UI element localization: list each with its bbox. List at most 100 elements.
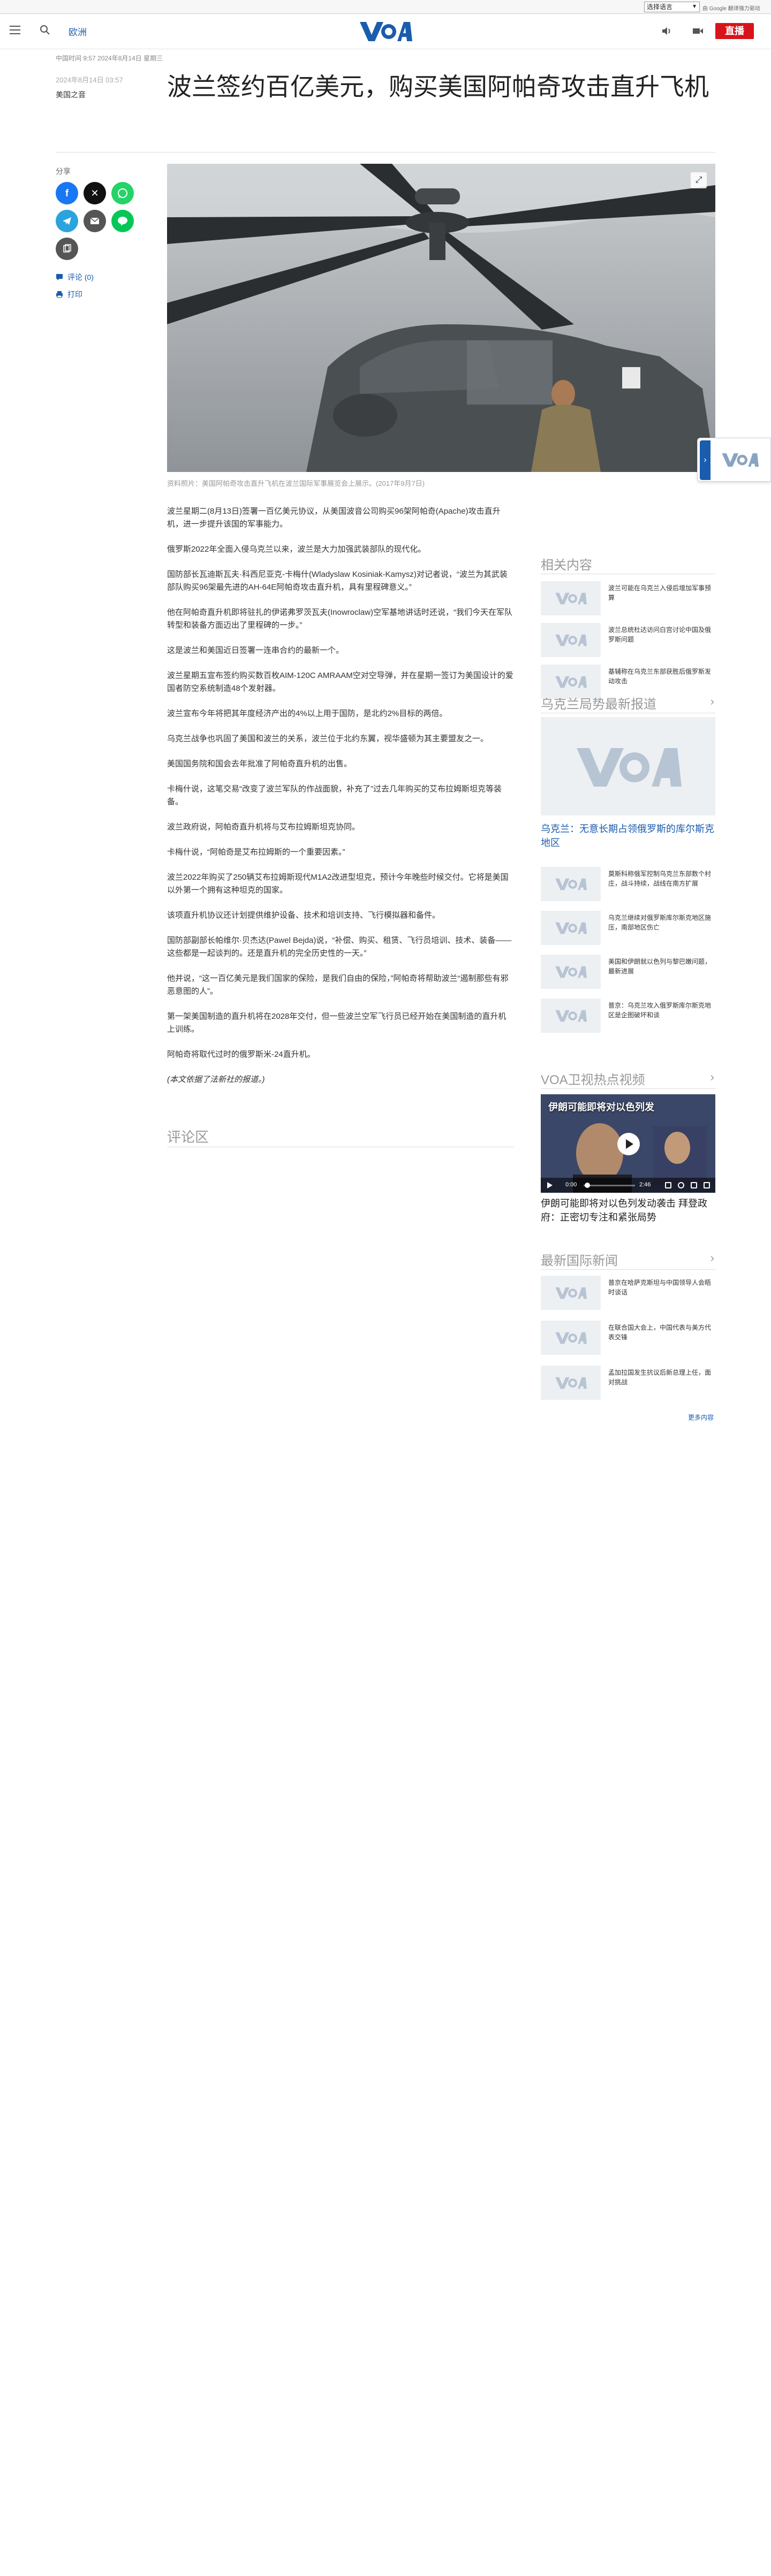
article-paragraph: 波兰2022年购买了250辆艾布拉姆斯现代M1A2改进型坦克，预计今年晚些时候交… [167, 873, 509, 895]
whatsapp-icon [118, 188, 127, 198]
volume-icon[interactable] [665, 1182, 671, 1188]
article-paragraph: 第一架美国制造的直升机将在2028年交付，但一些波兰空军飞行员已经开始在美国制造… [167, 1012, 507, 1034]
voa-placeholder-thumb [541, 1276, 601, 1310]
article-paragraph: 国防部副部长帕维尔·贝杰达(Pawel Bejda)说，“补偿、购买、租赁、飞行… [167, 936, 512, 958]
intl-item-title: 在联合国大会上，中国代表与美方代表交锋 [608, 1324, 712, 1341]
ukraine-item[interactable]: 莫斯科称俄军控制乌克兰东部数个村庄，战斗持续，战线在南方扩展 [541, 867, 715, 902]
video-overlay-title: 伊朗可能即将对以色列发 [548, 1102, 654, 1112]
article-paragraph: 他在阿帕奇直升机即将驻扎的伊诺弗罗茨瓦夫(Inowroclaw)空军基地讲话时还… [167, 608, 513, 630]
voa-placeholder-thumb [541, 581, 601, 615]
video-current-time: 0:00 [565, 1182, 577, 1188]
hero-image: ⤢ [167, 164, 715, 472]
voa-placeholder-thumb [541, 867, 601, 901]
voa-placeholder-thumb [541, 1366, 601, 1400]
ukraine-title-text: 乌克兰局势最新报道 [541, 697, 656, 712]
intl-item[interactable]: 在联合国大会上，中国代表与美方代表交锋 [541, 1321, 715, 1356]
voa-logo-small [722, 453, 759, 467]
copy-link-button[interactable] [56, 238, 78, 260]
print-link[interactable]: 打印 [56, 289, 82, 300]
telegram-share-button[interactable] [56, 210, 78, 232]
article-paragraph: 卡梅什说，“阿帕奇是艾布拉姆斯的一个重要因素。” [167, 848, 345, 857]
chevron-right-icon: › [710, 1251, 714, 1264]
image-caption: 资料照片：美国阿帕奇攻击直升飞机在波兰国际军事展览会上展示。(2017年9月7日… [167, 479, 425, 487]
x-share-button[interactable]: ✕ [84, 182, 106, 204]
intl-item-title: 孟加拉国发生抗议后新总理上任，面对挑战 [608, 1369, 712, 1386]
ukraine-item-title: 乌克兰继续对俄罗斯库尔斯克地区施压，南部地区伤亡 [608, 914, 712, 931]
divider [541, 1269, 715, 1270]
intl-news-title[interactable]: 最新国际新闻 › [541, 1250, 715, 1269]
section-link-europe[interactable]: 欧洲 [69, 25, 87, 38]
article-paragraph: 波兰星期五宣布签约购买数百枚AIM-120C AMRAAM空对空导弹，并在星期一… [167, 671, 513, 693]
email-icon [90, 217, 100, 224]
article-paragraph: 国防部长瓦迪斯瓦夫·科西尼亚克-卡梅什(Wladyslaw Kosiniak-K… [167, 570, 508, 592]
article-paragraph: 波兰政府说，阿帕奇直升机将与艾布拉姆斯坦克协同。 [167, 822, 360, 832]
ukraine-item[interactable]: 美国和伊朗就以色列与黎巴嫩问题，最新进展 [541, 955, 715, 990]
language-select[interactable]: 选择语言 ▼ [644, 2, 700, 12]
email-share-button[interactable] [84, 210, 106, 232]
voa-logo[interactable] [359, 20, 412, 42]
translate-powered-by: 由 Google 翻译强力驱动 [702, 4, 760, 12]
comments-section-title: 评论区 [167, 1129, 209, 1145]
article-category[interactable]: 美国之音 [56, 89, 86, 100]
voa-placeholder-thumb [541, 623, 601, 657]
x-icon: ✕ [90, 187, 99, 199]
print-link-label: 打印 [67, 290, 82, 299]
article-paragraph: 波兰星期二(8月13日)签署一百亿美元协议，从美国波音公司购买96架阿帕奇(Ap… [167, 507, 501, 529]
ukraine-item[interactable]: 普京：乌克兰攻入俄罗斯库尔斯克地区是企图破坏和谈 [541, 999, 715, 1034]
play-small-icon[interactable] [547, 1182, 553, 1188]
article-paragraph: 波兰宣布今年将把其年度经济产出的4%以上用于国防，是北约2%目标的两倍。 [167, 709, 448, 718]
facebook-share-button[interactable]: f [56, 182, 78, 204]
fullscreen-icon[interactable] [704, 1182, 710, 1188]
video-icon[interactable] [692, 25, 705, 37]
related-content-title: 相关内容 [541, 554, 715, 573]
more-link[interactable]: 更多内容 [688, 1413, 714, 1422]
intl-item[interactable]: 孟加拉国发生抗议后新总理上任，面对挑战 [541, 1366, 715, 1401]
play-icon[interactable] [617, 1133, 640, 1155]
divider [56, 152, 715, 153]
search-icon[interactable] [40, 25, 50, 35]
powered-by-text: 由 Google 翻译强力驱动 [702, 6, 760, 12]
translate-bar: 选择语言 ▼ 由 Google 翻译强力驱动 [0, 0, 771, 14]
settings-icon[interactable] [678, 1182, 684, 1188]
voa-placeholder-thumb [541, 955, 601, 989]
related-item[interactable]: 波兰总统杜达访问白宫讨论中国及俄罗斯问题 [541, 623, 715, 658]
live-button[interactable]: 直播 [715, 23, 754, 39]
comment-icon [56, 274, 63, 280]
comments-link[interactable]: 评论 (0) [56, 272, 94, 283]
pip-icon[interactable] [691, 1182, 697, 1188]
audio-icon[interactable] [661, 25, 672, 37]
copy-icon [63, 244, 71, 253]
intl-item[interactable]: 普京在哈萨克斯坦与中国领导人会晤时谈话 [541, 1276, 715, 1311]
article-paragraph: 卡梅什说，这笔交易“改变了波兰军队的作战面貌，补充了”过去几年购买的艾布拉姆斯坦… [167, 784, 502, 806]
divider [541, 1088, 715, 1089]
chevron-down-icon: ▼ [692, 4, 697, 10]
video-player[interactable]: 伊朗可能即将对以色列发 0:00 2:46 [541, 1094, 715, 1193]
line-icon [118, 217, 127, 226]
video-title-text: VOA卫视热点视频 [541, 1073, 645, 1087]
video-progress-knob[interactable] [585, 1183, 590, 1188]
dateline: 中国时间 9:57 2024年8月14日 星期三 [56, 55, 163, 62]
language-select-label: 选择语言 [647, 3, 673, 11]
expand-icon[interactable]: ⤢ [691, 172, 707, 188]
chevron-right-icon[interactable]: › [700, 440, 710, 480]
page-title: 波兰签约百亿美元，购买美国阿帕奇攻击直升飞机 [167, 72, 709, 101]
menu-icon[interactable] [10, 26, 20, 34]
related-item[interactable]: 波兰可能在乌克兰入侵后增加军事预算 [541, 581, 715, 616]
ukraine-item[interactable]: 乌克兰继续对俄罗斯库尔斯克地区施压，南部地区伤亡 [541, 911, 715, 946]
facebook-icon: f [65, 187, 69, 199]
voa-placeholder-thumb[interactable] [541, 717, 715, 816]
related-item-title: 基辅称在乌克兰东部获胜后俄罗斯发动攻击 [608, 668, 712, 685]
ukraine-section-title[interactable]: 乌克兰局势最新报道 › [541, 693, 715, 712]
publish-date: 2024年8月14日 03:57 [56, 76, 123, 84]
video-caption[interactable]: 伊朗可能即将对以色列发动袭击 拜登政府：正密切专注和紧张局势 [541, 1196, 715, 1224]
article-paragraph: 俄罗斯2022年全面入侵乌克兰以来，波兰是大力加强武装部队的现代化。 [167, 545, 426, 554]
floating-voa-widget[interactable]: › [697, 438, 771, 482]
video-progress-bar[interactable] [584, 1185, 635, 1186]
video-section-title[interactable]: VOA卫视热点视频 › [541, 1069, 715, 1088]
line-share-button[interactable] [111, 210, 134, 232]
ukraine-item-title: 美国和伊朗就以色列与黎巴嫩问题，最新进展 [608, 958, 712, 975]
whatsapp-share-button[interactable] [111, 182, 134, 204]
article-paragraph: 美国国务院和国会去年批准了阿帕奇直升机的出售。 [167, 759, 352, 768]
video-duration: 2:46 [639, 1182, 651, 1188]
ukraine-feature-title[interactable]: 乌克兰：无意长期占领俄罗斯的库尔斯克地区 [541, 822, 715, 850]
